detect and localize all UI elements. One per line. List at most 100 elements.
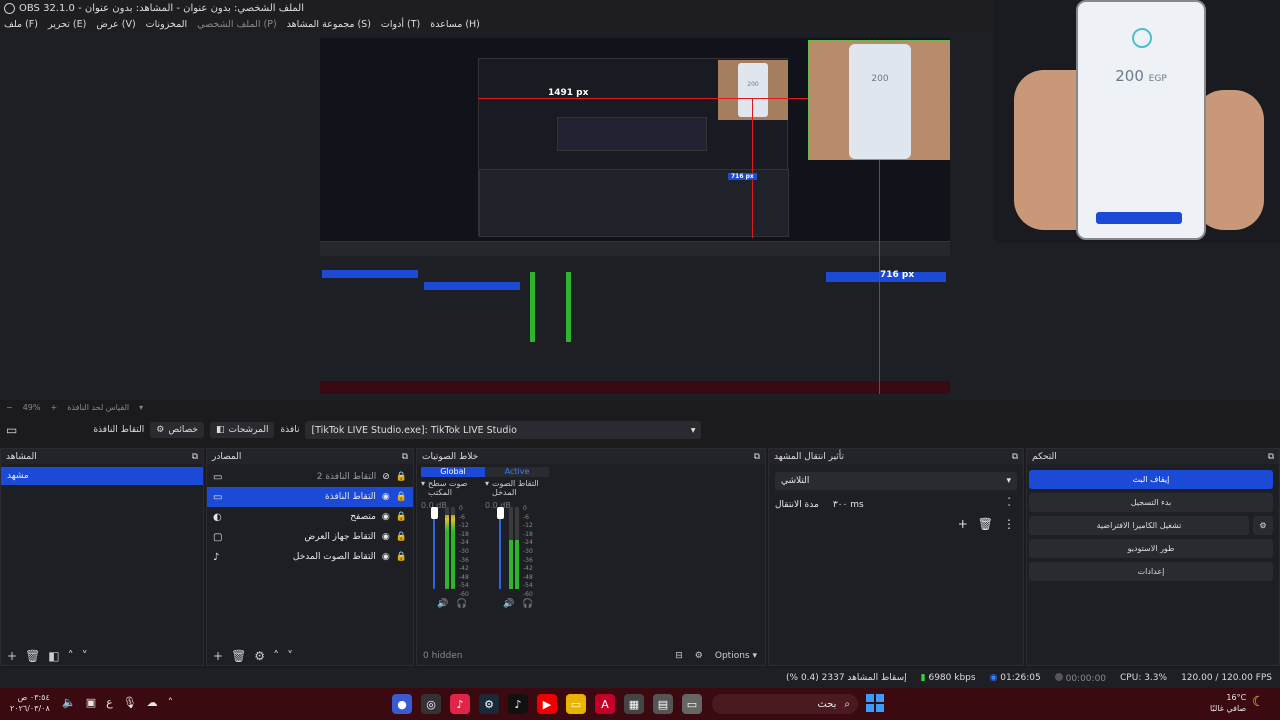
eye-icon[interactable]: ◉ <box>382 552 390 562</box>
properties-button[interactable]: ⚙ خصائص <box>150 422 204 438</box>
source-row[interactable]: ▭ التقاط النافذة 2 ⊘ 🔒 <box>207 467 413 487</box>
lock-icon[interactable]: 🔒 <box>396 492 407 502</box>
add-icon[interactable]: + <box>958 517 968 531</box>
speaker-icon[interactable]: 🔈 <box>62 696 76 709</box>
eye-off-icon[interactable]: ⊘ <box>382 472 390 482</box>
scene-item[interactable]: مشهد <box>1 467 203 485</box>
filters-button[interactable]: ◧ المرشحات <box>209 422 275 438</box>
cloud-icon[interactable]: ☁ <box>147 696 158 709</box>
dock-undock-icon[interactable]: ⧉ <box>1012 452 1018 462</box>
source-row[interactable]: ▢ التقاط جهاز العرض ◉ 🔒 <box>207 527 413 547</box>
arrow-up-icon[interactable]: ˄ <box>68 649 74 663</box>
discord-icon[interactable]: ● <box>392 694 412 714</box>
zoom-minus-icon[interactable]: − <box>6 403 13 412</box>
menu-profile[interactable]: الملف الشخصي (P) <box>197 19 277 30</box>
menu-file[interactable]: ملف (F) <box>4 19 38 30</box>
source-row[interactable]: ▭ التقاط النافذة ◉ 🔒 <box>207 487 413 507</box>
network-icon[interactable]: ▣ <box>86 696 96 709</box>
calculator-icon[interactable]: ▦ <box>624 694 644 714</box>
steam-icon[interactable]: ⚙ <box>479 694 499 714</box>
menu-view[interactable]: عرض (V) <box>96 19 135 30</box>
source-row[interactable]: ♪ التقاط الصوت المدخل ◉ 🔒 <box>207 547 413 567</box>
speaker-icon[interactable]: 🔊 <box>503 599 514 609</box>
eye-icon[interactable]: ◉ <box>382 532 390 542</box>
selected-source-bounds[interactable]: 200 <box>808 40 950 160</box>
tiktok-icon[interactable]: ♪ <box>508 694 528 714</box>
tiktok-live-icon[interactable]: ♪ <box>450 694 470 714</box>
eye-icon[interactable]: ◉ <box>382 492 390 502</box>
settings-button[interactable]: إعدادات <box>1029 562 1273 581</box>
transition-select[interactable]: التلاشي ▾ <box>775 472 1017 490</box>
source-row[interactable]: ◐ متصفح ◉ 🔒 <box>207 507 413 527</box>
youtube-icon[interactable]: ▶ <box>537 694 557 714</box>
tab-active[interactable]: Active <box>485 467 549 477</box>
filter-icon[interactable]: ◧ <box>48 649 59 663</box>
adobe-icon[interactable]: A <box>595 694 615 714</box>
tab-global[interactable]: Global <box>421 467 485 477</box>
layout-icon[interactable]: ⊟ <box>675 651 683 661</box>
lock-icon[interactable]: 🔒 <box>396 512 407 522</box>
window-icon[interactable]: ▭ <box>682 694 702 714</box>
gear-icon[interactable]: ⚙ <box>254 649 265 663</box>
menu-scene-collection[interactable]: مجموعة المشاهد (S) <box>287 19 371 30</box>
chevron-down-icon[interactable]: ▾ <box>421 479 425 497</box>
speaker-icon[interactable]: 🔊 <box>437 599 448 609</box>
weather-widget[interactable]: 16°C صافي غالبًا <box>1210 692 1246 714</box>
headphones-icon[interactable]: 🎧 <box>522 599 533 609</box>
microphone-icon[interactable]: 🎙 <box>123 696 137 709</box>
menu-edit[interactable]: تحرير (E) <box>48 19 86 30</box>
add-icon[interactable]: + <box>7 649 17 663</box>
language-indicator[interactable]: ع <box>106 696 113 709</box>
hidden-count: 0 hidden <box>423 651 463 661</box>
start-virtual-camera-button[interactable]: تشغيل الكاميرا الافتراضية <box>1029 516 1249 535</box>
trash-icon[interactable]: 🗑 <box>25 649 40 663</box>
obs-icon[interactable]: ◎ <box>421 694 441 714</box>
trash-icon[interactable]: 🗑 <box>978 517 993 531</box>
volume-fader[interactable] <box>433 507 435 589</box>
store-icon[interactable]: ▤ <box>653 694 673 714</box>
clock[interactable]: ٠٣:٥٤ ص ٢٠٢٦/٠٣/٠٨ <box>10 692 50 714</box>
lock-icon[interactable]: 🔒 <box>396 472 407 482</box>
dock-undock-icon[interactable]: ⧉ <box>402 452 408 462</box>
start-recording-button[interactable]: بدء التسجيل <box>1029 493 1273 512</box>
dock-undock-icon[interactable]: ⧉ <box>754 452 760 462</box>
eye-icon[interactable]: ◉ <box>382 512 390 522</box>
options-button[interactable]: Options ▾ <box>715 651 757 661</box>
advanced-audio-icon[interactable]: ⚙ <box>695 651 703 661</box>
duration-input[interactable]: ٣٠٠ ms ˄ ˅ <box>826 496 1017 514</box>
arrow-down-icon[interactable]: ˅ <box>287 649 293 663</box>
dock-undock-icon[interactable]: ⧉ <box>192 452 198 462</box>
zoom-plus-icon[interactable]: + <box>50 403 57 412</box>
menu-help[interactable]: مساعدة (H) <box>430 19 480 30</box>
virtual-camera-settings-button[interactable]: ⚙ <box>1253 516 1273 535</box>
zoom-dropdown-icon[interactable]: ▾ <box>139 403 143 412</box>
chevron-up-icon[interactable]: ˄ <box>168 696 174 709</box>
arrow-down-icon[interactable]: ˅ <box>82 649 88 663</box>
more-icon[interactable]: ⋮ <box>1003 517 1015 531</box>
volume-fader[interactable] <box>499 507 501 589</box>
menu-tools[interactable]: أدوات (T) <box>381 19 420 30</box>
window-select[interactable]: [TikTok LIVE Studio.exe]: TikTok LIVE St… <box>305 421 702 439</box>
add-icon[interactable]: + <box>213 649 223 663</box>
spinner-icon[interactable]: ˄ ˅ <box>1008 498 1012 512</box>
lock-icon[interactable]: 🔒 <box>396 552 407 562</box>
studio-mode-button[interactable]: طور الاستوديو <box>1029 539 1273 558</box>
folder-icon[interactable]: ▭ <box>566 694 586 714</box>
fader-handle[interactable] <box>431 507 438 519</box>
stop-streaming-button[interactable]: إيقاف البث <box>1029 470 1273 489</box>
fader-handle[interactable] <box>497 507 504 519</box>
start-tile <box>876 694 884 702</box>
lock-icon[interactable]: 🔒 <box>396 532 407 542</box>
dock-undock-icon[interactable]: ⧉ <box>1268 452 1274 462</box>
trash-icon[interactable]: 🗑 <box>231 649 246 663</box>
zoom-mode[interactable]: القياس لحد النافذة <box>67 403 129 412</box>
headphones-icon[interactable]: 🎧 <box>456 599 467 609</box>
arrow-up-icon[interactable]: ˄ <box>273 649 279 663</box>
windows-start-icon[interactable] <box>866 694 884 712</box>
window-icon: ▭ <box>6 423 18 437</box>
stream-time: 01:26:05 <box>1000 673 1041 683</box>
menu-docks[interactable]: المخزونات <box>146 19 187 30</box>
start-tile <box>866 694 874 702</box>
search-box[interactable]: بحث ⌕ <box>712 694 858 714</box>
chevron-down-icon[interactable]: ▾ <box>485 479 489 497</box>
